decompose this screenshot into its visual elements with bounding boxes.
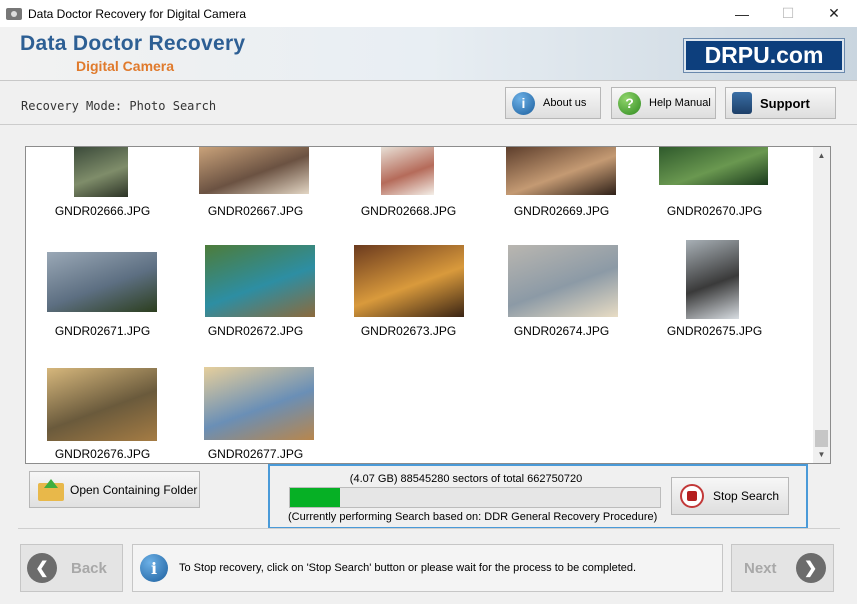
back-arrow-icon: ❮ xyxy=(27,553,57,583)
photo-image xyxy=(74,147,128,197)
scroll-down-button[interactable]: ▼ xyxy=(813,446,830,463)
open-folder-label: Open Containing Folder xyxy=(70,482,198,497)
info-icon: i xyxy=(140,554,168,582)
support-person-icon xyxy=(732,92,752,114)
photo-image xyxy=(354,245,464,317)
stop-icon xyxy=(680,484,704,508)
photo-filename: GNDR02666.JPG xyxy=(54,204,151,218)
stop-search-button[interactable]: Stop Search xyxy=(671,477,789,515)
photo-image xyxy=(47,368,157,441)
back-label: Back xyxy=(71,559,107,577)
recovered-photos-pane[interactable]: GNDR02666.JPG GNDR02667.JPG GNDR02668.JPG G… xyxy=(25,146,831,464)
sectors-status: (4.07 GB) 88545280 sectors of total 6627… xyxy=(349,473,583,485)
photo-filename: GNDR02673.JPG xyxy=(360,324,457,338)
brand-subtitle: Digital Camera xyxy=(76,58,175,74)
stop-search-label: Stop Search xyxy=(713,489,780,503)
camera-app-icon xyxy=(6,7,22,20)
photo-filename: GNDR02677.JPG xyxy=(207,447,304,461)
photo-filename: GNDR02676.JPG xyxy=(54,447,151,461)
divider xyxy=(18,528,840,529)
info-message: To Stop recovery, click on 'Stop Search'… xyxy=(179,562,637,574)
divider xyxy=(0,124,857,125)
photo-image xyxy=(47,252,157,312)
header-banner: Data Doctor Recovery Digital Camera DRPU… xyxy=(0,27,857,81)
support-button[interactable]: Support xyxy=(725,87,836,119)
minimize-button[interactable]: — xyxy=(719,0,765,27)
drpu-logo: DRPU.com xyxy=(684,39,844,72)
info-icon: i xyxy=(512,91,535,115)
photo-filename: GNDR02672.JPG xyxy=(207,324,304,338)
vertical-scrollbar[interactable]: ▲ ▼ xyxy=(813,147,830,463)
folder-icon xyxy=(38,478,64,501)
about-us-label: About us xyxy=(543,97,587,109)
close-button[interactable]: ✕ xyxy=(811,0,857,27)
maximize-button: ☐ xyxy=(781,5,795,21)
photo-filename: GNDR02674.JPG xyxy=(513,324,610,338)
photo-filename: GNDR02669.JPG xyxy=(513,204,610,218)
photo-image xyxy=(686,240,739,319)
window-title: Data Doctor Recovery for Digital Camera xyxy=(28,6,247,21)
window-controls: — ☐ ✕ xyxy=(719,0,857,27)
help-icon: ? xyxy=(618,91,641,115)
scroll-up-button[interactable]: ▲ xyxy=(813,147,830,164)
search-progress-panel: (4.07 GB) 88545280 sectors of total 6627… xyxy=(268,464,808,529)
progress-bar xyxy=(289,487,661,508)
help-manual-label: Help Manual xyxy=(649,97,711,109)
back-button: ❮ Back xyxy=(20,544,123,592)
photo-image xyxy=(508,245,618,317)
photo-filename: GNDR02671.JPG xyxy=(54,324,151,338)
next-arrow-icon: ❯ xyxy=(795,553,826,583)
photo-filename: GNDR02675.JPG xyxy=(666,324,763,338)
about-us-button[interactable]: i About us xyxy=(505,87,601,119)
photo-filename: GNDR02670.JPG xyxy=(666,204,763,218)
help-manual-button[interactable]: ? Help Manual xyxy=(611,87,716,119)
photo-filename: GNDR02667.JPG xyxy=(207,204,304,218)
next-label: Next xyxy=(744,559,777,577)
photo-image xyxy=(381,147,434,195)
photo-image xyxy=(204,367,314,440)
recovery-mode-label: Recovery Mode: Photo Search xyxy=(21,99,217,113)
photo-image xyxy=(506,147,616,195)
photo-image xyxy=(659,147,768,185)
next-button: Next ❯ xyxy=(731,544,834,592)
support-label: Support xyxy=(760,95,810,111)
open-containing-folder-button[interactable]: Open Containing Folder xyxy=(29,471,200,508)
title-bar: Data Doctor Recovery for Digital Camera … xyxy=(0,0,857,27)
photo-image xyxy=(199,147,309,194)
scrollbar-thumb[interactable] xyxy=(815,430,828,447)
brand-title: Data Doctor Recovery xyxy=(20,32,246,55)
photo-filename: GNDR02668.JPG xyxy=(360,204,457,218)
photo-image xyxy=(205,245,315,317)
mode-bar: Recovery Mode: Photo Search i About us ?… xyxy=(0,82,857,124)
info-message-bar: i To Stop recovery, click on 'Stop Searc… xyxy=(132,544,723,592)
procedure-status: (Currently performing Search based on: D… xyxy=(288,511,658,523)
progress-fill xyxy=(290,488,340,507)
